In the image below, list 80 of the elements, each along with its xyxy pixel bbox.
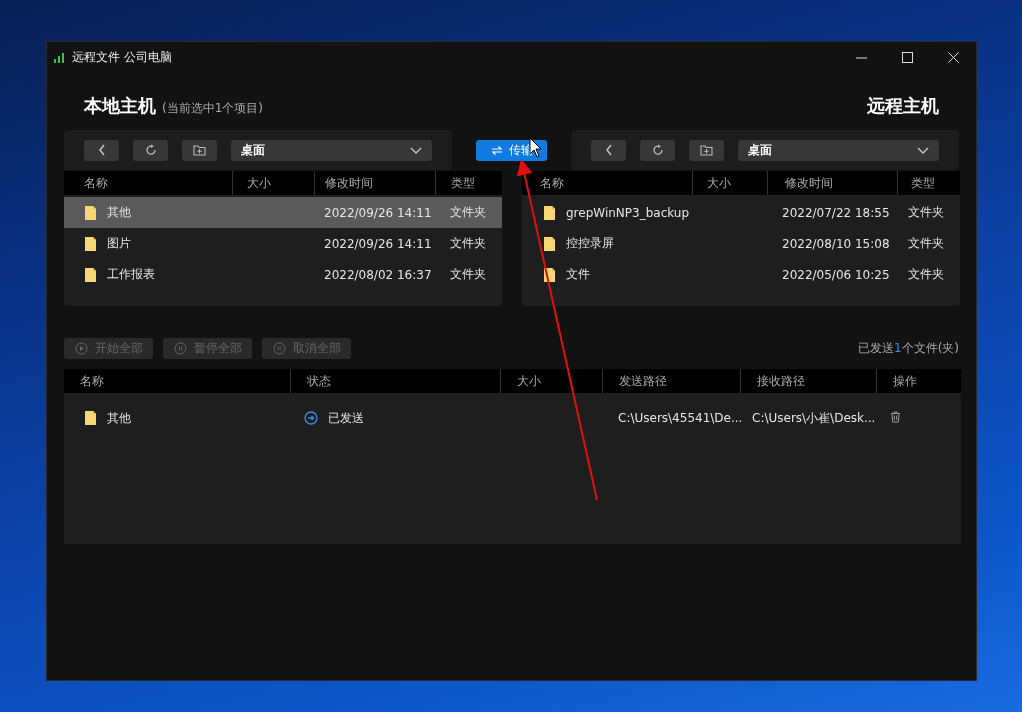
refresh-icon (144, 144, 157, 156)
file-type: 文件夹 (907, 266, 945, 283)
pane-heading: 本地主机 (84, 95, 156, 116)
column-header[interactable]: 修改时间 (314, 171, 435, 195)
source-path: C:\Users\45541\De... (617, 411, 740, 425)
refresh-icon (651, 144, 664, 156)
column-header[interactable]: 名称 (64, 171, 232, 195)
folder-icon (84, 410, 97, 426)
modified-time: 2022/09/26 14:11 (323, 236, 433, 251)
file-name: 其他 (107, 204, 131, 221)
modified-time: 2022/05/06 10:25 (781, 267, 891, 282)
file-type: 文件夹 (907, 204, 945, 221)
new-folder-icon (193, 144, 206, 156)
column-header[interactable]: 发送路径 (602, 369, 740, 393)
column-header[interactable]: 名称 (64, 369, 290, 393)
folder-icon (543, 204, 556, 221)
column-header[interactable]: 大小 (692, 171, 767, 195)
file-type: 文件夹 (907, 235, 945, 252)
sent-summary: 已发送1个文件(夹) (858, 339, 959, 357)
file-name: grepWinNP3_backup (566, 205, 690, 220)
file-name: 图片 (107, 235, 131, 252)
window-title: 远程文件 公司电脑 (72, 49, 172, 66)
new-folder-button[interactable] (182, 139, 217, 161)
folder-icon (84, 204, 97, 221)
path-dropdown[interactable]: 桌面 (738, 139, 939, 161)
close-icon (947, 52, 959, 63)
play-icon (74, 341, 88, 355)
file-row[interactable]: 控控录屏 2022/08/10 15:08 文件夹 (522, 228, 960, 259)
sent-status-icon (304, 411, 318, 425)
column-header[interactable]: 大小 (500, 369, 602, 393)
file-name: 工作报表 (107, 266, 155, 283)
file-type: 文件夹 (449, 266, 487, 283)
file-row[interactable]: 其他 2022/09/26 14:11 文件夹 (64, 197, 502, 228)
column-header[interactable]: 状态 (290, 369, 500, 393)
column-header[interactable]: 类型 (435, 171, 502, 195)
pause-icon (173, 341, 187, 355)
chevron-down-icon (917, 146, 929, 154)
swap-icon (490, 144, 503, 156)
path-dropdown[interactable]: 桌面 (231, 139, 432, 161)
cancel-icon (272, 341, 286, 355)
modified-time: 2022/07/22 18:55 (781, 205, 891, 220)
file-name: 文件 (566, 266, 590, 283)
folder-icon (543, 235, 556, 252)
file-type: 文件夹 (449, 235, 487, 252)
new-folder-button[interactable] (689, 139, 725, 161)
file-type: 文件夹 (449, 204, 487, 221)
column-header[interactable]: 名称 (522, 171, 692, 195)
folder-icon (84, 235, 97, 252)
column-header[interactable]: 修改时间 (767, 171, 897, 195)
chevron-down-icon (409, 146, 422, 154)
file-name: 其他 (107, 409, 131, 427)
refresh-button[interactable] (640, 139, 676, 161)
back-icon (97, 144, 106, 156)
folder-icon (543, 266, 556, 283)
maximize-icon (901, 52, 913, 63)
selection-note: (当前选中1个项目) (162, 101, 263, 115)
modified-time: 2022/08/10 15:08 (781, 236, 891, 251)
trash-icon[interactable] (890, 410, 901, 423)
column-header[interactable]: 类型 (897, 171, 960, 195)
back-button[interactable] (84, 139, 119, 161)
destination-path: C:\Users\小崔\Desk... (751, 409, 876, 427)
modified-time: 2022/08/02 16:37 (323, 267, 433, 282)
file-name: 控控录屏 (566, 235, 614, 252)
signal-icon (54, 52, 64, 63)
modified-time: 2022/09/26 14:11 (323, 205, 433, 220)
column-header[interactable]: 操作 (876, 369, 960, 393)
file-row[interactable]: 工作报表 2022/08/02 16:37 文件夹 (64, 259, 502, 290)
column-header[interactable]: 大小 (232, 171, 314, 195)
column-header[interactable]: 接收路径 (740, 369, 876, 393)
folder-icon (84, 266, 97, 283)
new-folder-icon (700, 144, 714, 156)
file-row[interactable]: 图片 2022/09/26 14:11 文件夹 (64, 228, 502, 259)
minimize-icon (855, 56, 867, 59)
pane-heading: 远程主机 (867, 94, 939, 118)
file-row[interactable]: grepWinNP3_backup 2022/07/22 18:55 文件夹 (522, 197, 960, 228)
back-icon (604, 144, 613, 156)
status-text: 已发送 (328, 409, 364, 427)
file-row[interactable]: 文件 2022/05/06 10:25 文件夹 (522, 259, 960, 290)
refresh-button[interactable] (133, 139, 168, 161)
back-button[interactable] (591, 139, 627, 161)
